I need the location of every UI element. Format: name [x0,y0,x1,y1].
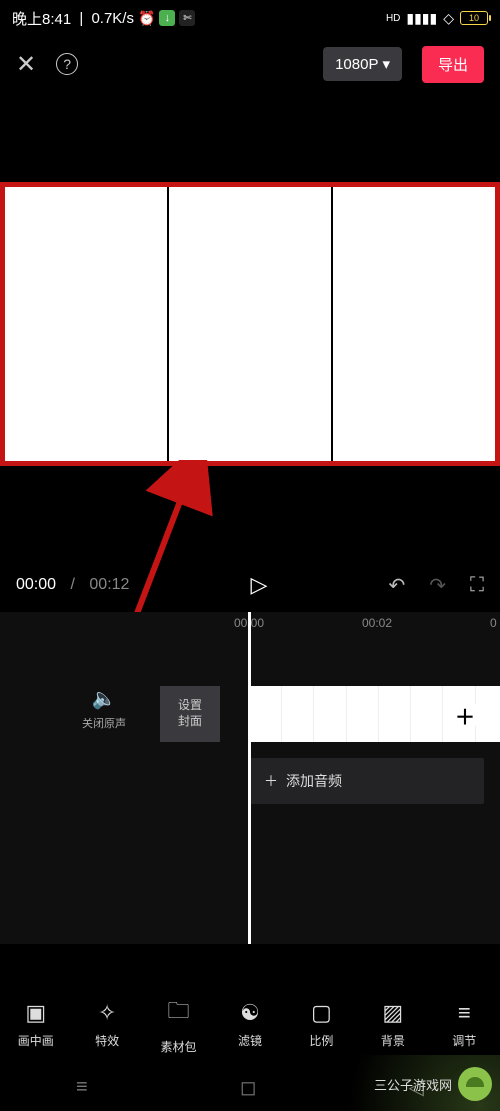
add-clip-button[interactable]: ＋ [450,700,480,730]
close-icon[interactable]: ✕ [16,50,36,79]
add-audio-label: 添加音频 [286,771,342,791]
wifi-icon: ◇ [443,10,454,27]
signal-icon: ▮▮▮▮ [406,10,437,27]
status-netspeed: 0.7K/s [91,10,134,27]
cover-label: 设置 封面 [178,698,202,729]
tool-label: 背景 [381,1032,405,1049]
chevron-down-icon: ▾ [382,55,390,73]
adjust-icon: ≡ [458,1000,471,1026]
tool-assets[interactable]: 🗀 素材包 [143,985,214,1063]
export-button[interactable]: 导出 [422,46,484,83]
resolution-label: 1080P [335,56,378,73]
status-sep: | [75,10,87,27]
add-audio-button[interactable]: ＋ 添加音频 [250,758,484,804]
preview-area [0,92,500,466]
help-icon[interactable]: ? [56,53,78,75]
time-current: 00:00 [16,576,56,594]
playback-bar: 00:00 / 00:12 ▷ ↶ ↷ ⛶ [0,560,500,610]
tool-label: 素材包 [161,1038,197,1055]
preview-panel-1 [5,187,167,461]
time-sep: / [66,576,79,594]
mute-label: 关闭原声 [80,715,128,731]
tool-pip[interactable]: ▣ 画中画 [0,985,71,1063]
tool-filter[interactable]: ☯ 滤镜 [214,985,285,1063]
video-preview[interactable] [0,182,500,466]
effects-icon: ✧ [98,1000,116,1026]
preview-panel-3 [331,187,495,461]
tool-label: 滤镜 [238,1032,262,1049]
ruler-mark-2: 0 [490,616,497,630]
fullscreen-icon[interactable]: ⛶ [470,574,484,597]
mute-original-button[interactable]: 🔈 关闭原声 [80,686,128,731]
redo-icon[interactable]: ↷ [429,573,446,598]
plus-icon: ＋ [264,771,278,791]
brand-watermark: 三公子游戏网 [374,1067,492,1101]
assets-icon: 🗀 [168,994,190,1032]
tool-label: 画中画 [18,1032,54,1049]
undo-icon[interactable]: ↶ [388,573,405,598]
status-bar: 晚上8:41 | 0.7K/s ⏰ ↓ ✄ HD ▮▮▮▮ ◇ 10 [0,0,500,36]
timeline[interactable]: 00:00 00:02 0 🔈 关闭原声 设置 封面 ＋ ＋ 添加音频 [0,612,500,944]
download-icon: ↓ [159,10,175,26]
pip-icon: ▣ [25,1000,46,1026]
top-bar: ✕ ? 1080P ▾ 导出 [0,36,500,92]
bg-icon: ▨ [382,1000,403,1026]
nav-home-icon[interactable]: ◻ [240,1075,257,1100]
nav-recents-icon[interactable]: ≡ [76,1076,88,1099]
alarm-icon: ⏰ [138,10,155,27]
tool-effects[interactable]: ✧ 特效 [71,985,142,1063]
tool-label: 调节 [452,1032,476,1049]
speaker-icon: 🔈 [92,688,117,710]
set-cover-button[interactable]: 设置 封面 [160,686,220,742]
time-total: 00:12 [89,576,129,594]
tool-label: 比例 [309,1032,333,1049]
battery-icon: 10 [460,11,488,25]
capcut-icon: ✄ [179,10,195,26]
playhead[interactable] [248,612,251,944]
tool-strip: ▣ 画中画 ✧ 特效 🗀 素材包 ☯ 滤镜 ▢ 比例 ▨ 背景 ≡ 调节 [0,985,500,1063]
play-icon[interactable]: ▷ [250,572,267,598]
hd-icon: HD [386,13,400,24]
tool-ratio[interactable]: ▢ 比例 [286,985,357,1063]
filter-icon: ☯ [240,1000,260,1026]
tool-label: 特效 [95,1032,119,1049]
resolution-button[interactable]: 1080P ▾ [323,47,402,81]
status-time: 晚上8:41 [12,8,71,29]
tool-adjust[interactable]: ≡ 调节 [429,985,500,1063]
ratio-icon: ▢ [311,1000,332,1026]
brand-logo-icon [458,1067,492,1101]
preview-panel-2 [167,187,331,461]
ruler-mark-1: 00:02 [362,616,392,630]
tool-bg[interactable]: ▨ 背景 [357,985,428,1063]
brand-text: 三公子游戏网 [374,1075,452,1094]
